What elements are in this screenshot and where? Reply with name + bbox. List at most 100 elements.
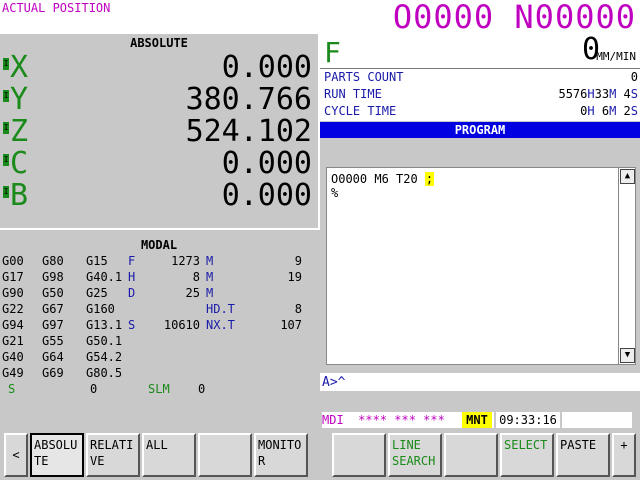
program-title-bar: PROGRAM [320, 122, 640, 138]
parts-count-value: 0 [630, 70, 638, 84]
clock: 09:33:16 [496, 412, 560, 428]
modal-row: G94 G97 G13.1 S 10610 NX.T 107 [0, 318, 318, 334]
modal-cell: D [128, 286, 136, 300]
modal-cell: G54.2 [86, 350, 123, 364]
modal-cell: G25 [86, 286, 108, 300]
axis-name: B [10, 178, 29, 213]
modal-row: G21 G55 G50.1 [0, 334, 318, 350]
modal-cell: G98 [42, 270, 64, 284]
modal-cell: G40 [2, 350, 24, 364]
modal-cell: G97 [42, 318, 64, 332]
softkey-paste[interactable]: PASTE [556, 433, 610, 477]
axis-row-b: I B 0.000 [0, 180, 318, 212]
cycle-time-minutes: 6 [601, 104, 610, 118]
modal-title: MODAL [140, 238, 178, 252]
modal-cell: G40.1 [86, 270, 123, 284]
modal-cell: M [206, 286, 214, 300]
modal-cell: G21 [2, 334, 24, 348]
softkey-line-search[interactable]: LINE SEARCH [388, 433, 442, 477]
axis-row-c: I C 0.000 [0, 148, 318, 180]
softkey-absolute[interactable]: ABSOLU TE [30, 433, 84, 477]
scroll-up-icon[interactable]: ▲ [620, 169, 635, 184]
modal-cell: G13.1 [86, 318, 123, 332]
program-line[interactable]: % [331, 186, 338, 200]
minutes-unit: M [609, 104, 617, 118]
softkey-next[interactable]: + [612, 433, 636, 477]
modal-cell: 10610 [163, 318, 200, 332]
softkey-blank-1[interactable] [198, 433, 252, 477]
modal-cell: G49 [2, 366, 24, 380]
hours-unit: H [587, 87, 595, 101]
modal-cell: M [206, 254, 214, 268]
modal-cell: S [128, 318, 136, 332]
axis-value: 380.766 [185, 82, 312, 117]
header-bar: ACTUAL POSITION O0000 N00000 [0, 0, 640, 36]
hours-unit: H [587, 104, 595, 118]
modal-cell: G00 [2, 254, 24, 268]
axis-value: 524.102 [185, 114, 312, 149]
modal-row: G22 G67 G160 HD.T 8 [0, 302, 318, 318]
softkey-prev[interactable]: < [4, 433, 28, 477]
modal-cell: G15 [86, 254, 108, 268]
modal-cell: G55 [42, 334, 64, 348]
modal-cell: 107 [280, 318, 302, 332]
modal-footer-s-label: S [8, 382, 16, 396]
modal-cell: G80.5 [86, 366, 123, 380]
position-title: ABSOLUTE [130, 36, 188, 50]
modal-cell: G67 [42, 302, 64, 316]
program-editor[interactable]: O0000 M6 T20 ; % [326, 167, 620, 365]
axis-row-x: I X 0.000 [0, 52, 318, 84]
seconds-unit: S [630, 87, 638, 101]
parts-count-label: PARTS COUNT [324, 70, 404, 84]
modal-cell: G69 [42, 366, 64, 380]
modal-footer-row: S 0 SLM 0 [0, 382, 318, 398]
mnt-badge: MNT [462, 412, 492, 428]
modal-row: G90 G50 G25 D 25 M [0, 286, 318, 302]
axis-value: 0.000 [221, 50, 312, 85]
seconds-unit: S [630, 104, 638, 118]
softkey-blank-2[interactable] [332, 433, 386, 477]
program-line[interactable]: O0000 M6 T20 ; [331, 172, 435, 186]
modal-cell: G22 [2, 302, 24, 316]
axis-row-z: I Z 524.102 [0, 116, 318, 148]
modal-cell: G160 [86, 302, 115, 316]
modal-cell: G64 [42, 350, 64, 364]
modal-cell: G90 [2, 286, 24, 300]
softkey-relative[interactable]: RELATI VE [86, 433, 140, 477]
feed-letter: F [324, 36, 341, 69]
modal-cell: 1273 [171, 254, 200, 268]
run-time-value: 5576H33M 4S [558, 87, 638, 101]
modal-cell: NX.T [206, 318, 235, 332]
status-bar: MDI **** *** *** MNT 09:33:16 [320, 411, 640, 431]
axis-name: X [10, 50, 29, 85]
modal-cell: F [128, 254, 136, 268]
softkey-all[interactable]: ALL [142, 433, 196, 477]
key-input-line[interactable]: A>^ [320, 373, 640, 391]
modal-cell: 25 [185, 286, 200, 300]
axis-indicator-icon: I [3, 122, 9, 134]
run-time-label: RUN TIME [324, 87, 382, 101]
modal-row: G40 G64 G54.2 [0, 350, 318, 366]
axis-name: Z [10, 114, 29, 149]
axis-indicator-icon: I [3, 58, 9, 70]
modal-cell: H [128, 270, 136, 284]
softkey-select[interactable]: SELECT [500, 433, 554, 477]
softkey-monitor[interactable]: MONITO R [254, 433, 308, 477]
axis-name: C [10, 146, 29, 181]
axis-name: Y [10, 82, 29, 117]
softkey-blank-3[interactable] [444, 433, 498, 477]
modal-cell: 9 [294, 254, 302, 268]
modal-cell: HD.T [206, 302, 235, 316]
stats-panel: PARTS COUNT 0 RUN TIME 5576H33M 4S CYCLE… [320, 69, 640, 121]
scroll-down-icon[interactable]: ▼ [620, 348, 635, 363]
modal-cell: M [206, 270, 214, 284]
input-prompt: A>^ [322, 375, 346, 390]
axis-indicator-icon: I [3, 90, 9, 102]
program-scrollbar[interactable]: ▲ ▼ [618, 167, 636, 365]
program-line-text: O0000 M6 T20 [331, 172, 425, 186]
modal-row: G17 G98 G40.1 H 8 M 19 [0, 270, 318, 286]
program-area: O0000 M6 T20 ; % ▲ ▼ [320, 139, 640, 372]
position-panel: ABSOLUTE I X 0.000 I Y 380.766 I Z 524.1… [0, 34, 320, 230]
modal-cell: 8 [294, 302, 302, 316]
axis-value: 0.000 [221, 146, 312, 181]
